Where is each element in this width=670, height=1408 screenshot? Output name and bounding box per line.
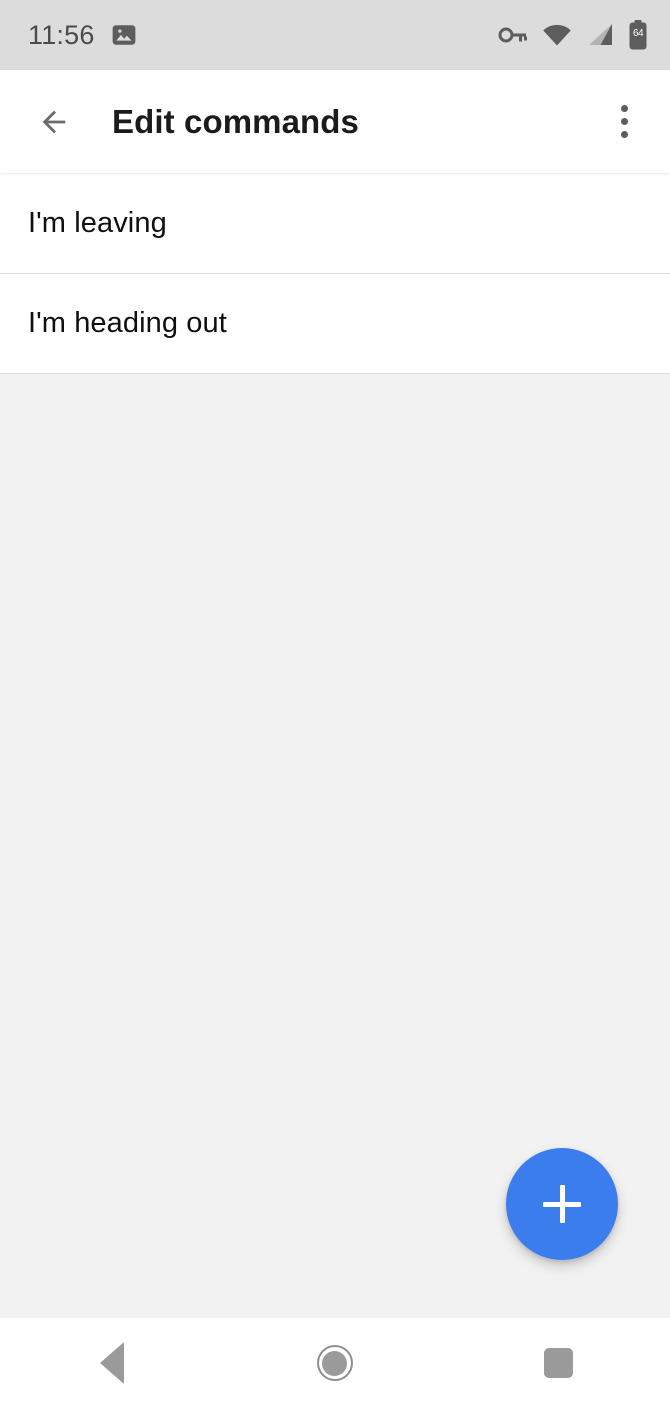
vpn-key-icon bbox=[498, 24, 528, 46]
battery-icon: 64 bbox=[628, 20, 648, 50]
plus-icon bbox=[559, 1185, 565, 1223]
recents-nav-button[interactable] bbox=[498, 1318, 618, 1408]
photo-icon bbox=[111, 22, 137, 48]
status-bar-clock: 11:56 bbox=[28, 19, 95, 50]
command-label: I'm heading out bbox=[28, 307, 227, 339]
commands-list: I'm leaving I'm heading out bbox=[0, 173, 670, 374]
cell-signal-icon bbox=[586, 23, 614, 47]
list-item[interactable]: I'm heading out bbox=[0, 273, 670, 373]
phone-screen: 11:56 64 Edit commands I'm leaving I'm h… bbox=[0, 0, 670, 1408]
battery-level-text: 64 bbox=[632, 28, 644, 39]
status-bar-right: 64 bbox=[498, 20, 648, 50]
command-label: I'm leaving bbox=[28, 206, 167, 239]
back-arrow-icon[interactable] bbox=[28, 96, 80, 148]
page-title: Edit commands bbox=[112, 102, 360, 140]
status-bar: 11:56 64 bbox=[0, 0, 670, 70]
home-nav-button[interactable] bbox=[275, 1318, 395, 1408]
circle-home-icon bbox=[316, 1345, 353, 1381]
wifi-icon bbox=[542, 23, 572, 47]
square-recents-icon bbox=[543, 1348, 573, 1378]
list-item[interactable]: I'm leaving bbox=[0, 173, 670, 273]
circle-home-inner bbox=[322, 1350, 348, 1376]
overflow-dot bbox=[620, 118, 628, 125]
content-area bbox=[0, 374, 670, 1318]
overflow-menu-icon[interactable] bbox=[600, 96, 648, 148]
triangle-back-icon bbox=[99, 1342, 124, 1384]
overflow-dot bbox=[620, 105, 628, 112]
status-bar-left: 11:56 bbox=[28, 19, 137, 50]
system-navigation-bar bbox=[0, 1318, 670, 1408]
overflow-dot bbox=[620, 131, 628, 138]
add-command-fab[interactable] bbox=[506, 1148, 618, 1260]
back-nav-button[interactable] bbox=[52, 1318, 172, 1408]
app-bar: Edit commands bbox=[0, 70, 670, 173]
